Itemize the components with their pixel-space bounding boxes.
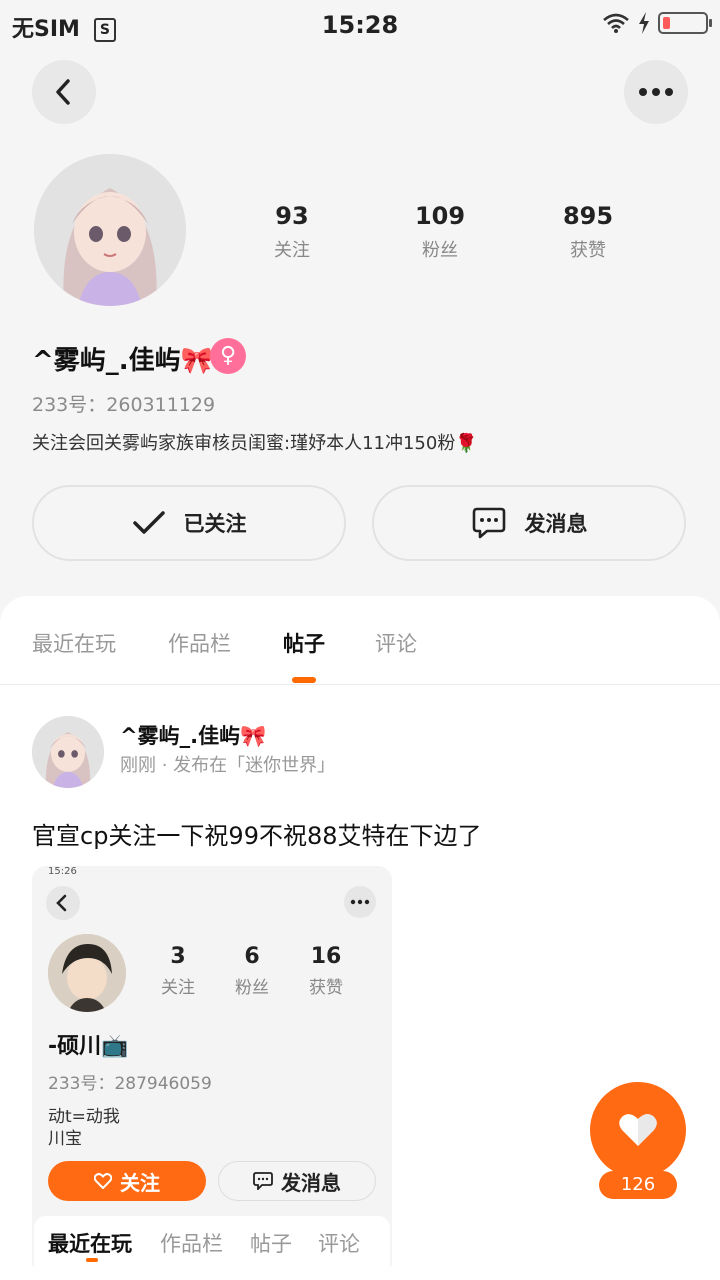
more-dots-icon	[639, 88, 673, 96]
profile-uid: 233号：260311129	[32, 394, 216, 416]
profile-bio: 关注会回关雾屿家族审核员闺蜜:瑾妤本人11冲150粉🌹	[32, 433, 478, 454]
image-chat-icon	[253, 1172, 273, 1190]
image-stat-following-value: 3	[170, 944, 186, 969]
image-stat-following-label: 关注	[161, 978, 195, 998]
image-name: -硕川📺	[48, 1034, 129, 1059]
image-tab-indicator	[86, 1258, 98, 1262]
image-stat-likes-value: 16	[310, 944, 342, 969]
image-follow-label: 关注	[120, 1170, 160, 1195]
post-image[interactable]	[32, 866, 392, 1266]
stat-followers[interactable]: 109 粉丝	[380, 202, 500, 262]
post-author-avatar[interactable]	[32, 716, 104, 788]
image-message-label: 发消息	[281, 1170, 341, 1195]
image-uid: 233号：287946059	[48, 1074, 212, 1094]
like-button[interactable]	[590, 1082, 686, 1178]
image-stat-followers-label: 粉丝	[235, 978, 269, 998]
status-icons	[602, 12, 712, 34]
image-stat-likes: 16 获赞	[296, 944, 356, 998]
back-button[interactable]	[32, 60, 96, 124]
image-avatar	[48, 934, 126, 1012]
image-back-button	[46, 886, 80, 920]
stat-likes-label: 获赞	[570, 240, 606, 261]
post-meta: 刚刚 · 发布在「迷你世界」	[120, 755, 336, 776]
tab-active-indicator	[292, 677, 316, 683]
more-button[interactable]	[624, 60, 688, 124]
image-bio-line-2: 川宝	[48, 1129, 82, 1149]
profile-name: ^雾屿_.佳屿🎀	[32, 346, 214, 376]
stat-following-label: 关注	[274, 240, 310, 261]
stat-following-value: 93	[275, 202, 309, 230]
image-stat-following: 3 关注	[148, 944, 208, 998]
status-bar: 无SIM S 15:28	[0, 0, 720, 50]
tab-comments[interactable]: 评论	[375, 628, 417, 658]
image-tab-comments: 评论	[318, 1232, 360, 1256]
followed-button-label: 已关注	[183, 512, 247, 536]
image-message-button: 发消息	[218, 1161, 376, 1201]
tab-divider	[0, 684, 720, 685]
post-avatar-illustration	[32, 716, 104, 788]
image-more-icon	[350, 899, 370, 905]
message-button-label: 发消息	[524, 512, 588, 536]
image-tab-posts: 帖子	[250, 1232, 292, 1256]
battery-icon	[658, 12, 712, 34]
image-stat-followers: 6 粉丝	[222, 944, 282, 998]
chat-bubble-icon	[472, 507, 505, 539]
avatar-illustration	[34, 154, 186, 306]
stat-likes-value: 895	[562, 202, 614, 230]
followed-button[interactable]: 已关注	[32, 485, 346, 561]
battery-level	[663, 17, 670, 29]
image-stat-followers-value: 6	[244, 944, 260, 969]
message-button[interactable]: 发消息	[372, 485, 686, 561]
wifi-icon	[603, 13, 629, 33]
image-stat-likes-label: 获赞	[309, 978, 343, 998]
tab-recent-played[interactable]: 最近在玩	[32, 628, 116, 658]
image-tab-recent: 最近在玩	[48, 1232, 132, 1256]
female-gender-icon: ♀	[210, 338, 246, 374]
tab-posts[interactable]: 帖子	[283, 628, 325, 658]
stat-followers-label: 粉丝	[422, 240, 458, 261]
image-follow-button: 关注	[48, 1161, 206, 1201]
profile-avatar[interactable]	[34, 154, 186, 306]
tab-works[interactable]: 作品栏	[168, 628, 231, 658]
image-avatar-illustration	[48, 934, 126, 1012]
charging-icon	[639, 12, 649, 34]
back-arrow-icon	[56, 79, 70, 105]
like-count: 126	[599, 1171, 677, 1199]
image-tab-works: 作品栏	[160, 1232, 223, 1256]
image-status-time: 15:26	[48, 866, 77, 877]
post-author-name[interactable]: ^雾屿_.佳屿🎀	[120, 720, 266, 750]
image-follow-heart-icon	[94, 1173, 112, 1189]
checkmark-icon	[132, 511, 165, 534]
post-text: 官宣cp关注一下祝99不祝88艾特在下边了	[32, 822, 482, 850]
image-back-icon	[56, 894, 67, 912]
heart-icon	[619, 1114, 657, 1146]
stat-following[interactable]: 93 关注	[232, 202, 352, 262]
image-more-button	[344, 886, 376, 918]
stat-likes[interactable]: 895 获赞	[528, 202, 648, 262]
stat-followers-value: 109	[414, 202, 466, 230]
